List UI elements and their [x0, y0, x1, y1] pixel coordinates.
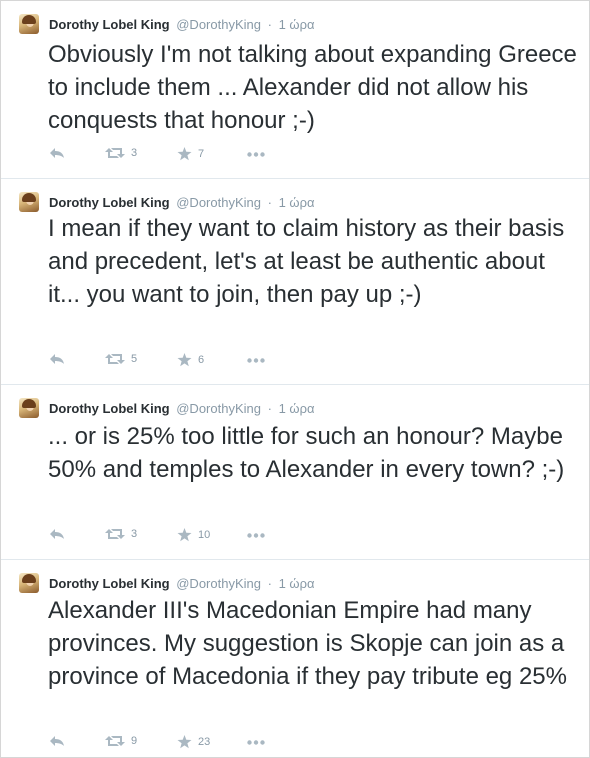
tweet-header: Dorothy Lobel King @DorothyKing · 1 ώρα	[49, 575, 314, 592]
author-handle[interactable]: @DorothyKing	[176, 195, 261, 210]
retweet-button[interactable]: 9	[105, 735, 137, 747]
avatar[interactable]	[19, 573, 39, 593]
more-button[interactable]	[247, 740, 265, 745]
author-name[interactable]: Dorothy Lobel King	[49, 195, 170, 210]
retweet-button[interactable]: 3	[105, 147, 137, 159]
header-separator: ·	[267, 576, 272, 591]
star-icon	[177, 353, 192, 367]
reply-button[interactable]	[49, 528, 65, 540]
favorite-count: 23	[198, 736, 211, 748]
more-button[interactable]	[247, 152, 265, 157]
more-icon	[247, 740, 265, 745]
tweet-header: Dorothy Lobel King @DorothyKing · 1 ώρα	[49, 16, 314, 33]
author-name[interactable]: Dorothy Lobel King	[49, 576, 170, 591]
star-icon	[177, 147, 192, 161]
retweet-icon	[105, 354, 125, 364]
avatar[interactable]	[19, 192, 39, 212]
retweet-icon	[105, 736, 125, 746]
retweet-count: 3	[131, 528, 138, 540]
favorite-button[interactable]: 23	[177, 735, 210, 749]
avatar[interactable]	[19, 14, 39, 34]
reply-icon	[50, 148, 64, 158]
author-handle[interactable]: @DorothyKing	[176, 401, 261, 416]
retweet-count: 3	[131, 147, 138, 159]
tweet[interactable]: Dorothy Lobel King @DorothyKing · 1 ώρα …	[1, 560, 589, 757]
tweet[interactable]: Dorothy Lobel King @DorothyKing · 1 ώρα …	[1, 385, 589, 560]
tweet-timestamp[interactable]: 1 ώρα	[279, 401, 315, 416]
tweet-text: I mean if they want to claim history as …	[48, 215, 565, 308]
reply-icon	[50, 736, 64, 746]
retweet-icon	[105, 529, 125, 539]
retweet-count: 9	[131, 735, 138, 747]
favorite-count: 7	[198, 148, 205, 160]
retweet-count: 5	[131, 353, 138, 365]
tweet-timestamp[interactable]: 1 ώρα	[279, 195, 315, 210]
more-icon	[247, 533, 265, 538]
star-icon	[177, 528, 192, 542]
more-icon	[247, 152, 265, 157]
more-icon	[247, 358, 265, 363]
retweet-button[interactable]: 5	[105, 353, 137, 365]
author-handle[interactable]: @DorothyKing	[176, 17, 261, 32]
header-separator: ·	[267, 195, 272, 210]
author-handle[interactable]: @DorothyKing	[176, 576, 261, 591]
tweet-text: Obviously I'm not talking about expandin…	[48, 41, 577, 134]
tweet-timestamp[interactable]: 1 ώρα	[279, 17, 315, 32]
reply-button[interactable]	[49, 735, 65, 747]
retweet-icon	[105, 148, 125, 158]
more-button[interactable]	[247, 533, 265, 538]
more-button[interactable]	[247, 358, 265, 363]
favorite-button[interactable]: 6	[177, 353, 204, 367]
star-icon	[177, 735, 192, 749]
tweet-header: Dorothy Lobel King @DorothyKing · 1 ώρα	[49, 194, 314, 211]
retweet-button[interactable]: 3	[105, 528, 137, 540]
author-name[interactable]: Dorothy Lobel King	[49, 401, 170, 416]
tweet-header: Dorothy Lobel King @DorothyKing · 1 ώρα	[49, 400, 314, 417]
tweet-timestamp[interactable]: 1 ώρα	[279, 576, 315, 591]
header-separator: ·	[267, 17, 272, 32]
favorite-button[interactable]: 7	[177, 147, 204, 161]
reply-button[interactable]	[49, 353, 65, 365]
header-separator: ·	[267, 401, 272, 416]
tweet[interactable]: Dorothy Lobel King @DorothyKing · 1 ώρα …	[1, 1, 589, 179]
reply-icon	[50, 354, 64, 364]
favorite-button[interactable]: 10	[177, 528, 210, 542]
avatar[interactable]	[19, 398, 39, 418]
favorite-count: 6	[198, 354, 205, 366]
tweet[interactable]: Dorothy Lobel King @DorothyKing · 1 ώρα …	[1, 179, 589, 385]
tweet-text: ... or is 25% too little for such an hon…	[48, 423, 565, 483]
author-name[interactable]: Dorothy Lobel King	[49, 17, 170, 32]
tweet-text: Alexander III's Macedonian Empire had ma…	[48, 597, 567, 690]
reply-button[interactable]	[49, 147, 65, 159]
tweet-timeline: Dorothy Lobel King @DorothyKing · 1 ώρα …	[0, 0, 590, 758]
reply-icon	[50, 529, 64, 539]
favorite-count: 10	[198, 529, 211, 541]
